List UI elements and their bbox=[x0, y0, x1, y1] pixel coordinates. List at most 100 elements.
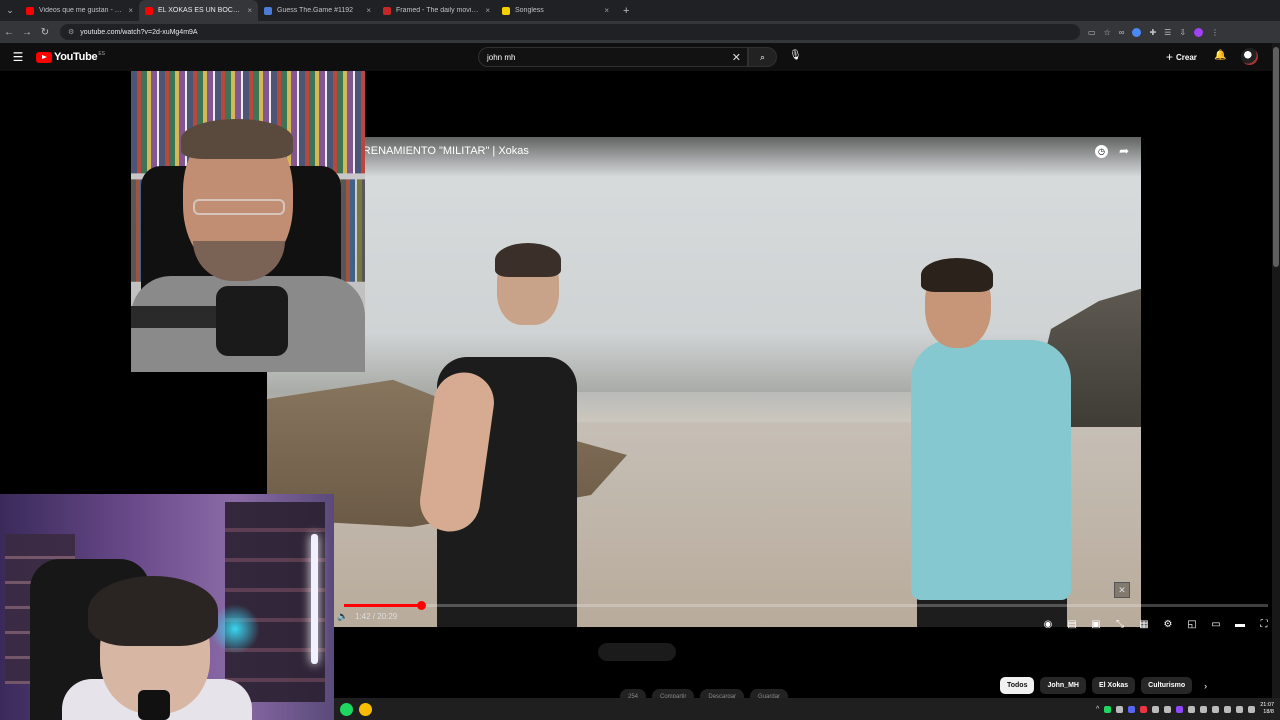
tray-headset-icon[interactable] bbox=[1116, 705, 1124, 713]
tab-3[interactable]: Framed - The daily movie guess × bbox=[377, 0, 496, 21]
search-input[interactable]: john mh ✕ bbox=[478, 47, 748, 67]
tab-title: Framed - The daily movie guess bbox=[396, 7, 482, 14]
theater-mode-icon[interactable]: ▬ bbox=[1234, 619, 1246, 630]
autoplay-toggle-icon[interactable]: ◉ bbox=[1042, 619, 1054, 630]
site-info-icon[interactable]: ⚙ bbox=[68, 28, 74, 36]
tray-app-icon[interactable] bbox=[1224, 705, 1232, 713]
taskbar-clock[interactable]: 21:07 18/8 bbox=[1260, 702, 1274, 716]
tab-close-icon[interactable]: × bbox=[485, 6, 490, 15]
video-player[interactable]: DÍA #3 - ENTRENAMIENTO "MILITAR" | Xokas… bbox=[267, 137, 1141, 627]
tray-volume-icon[interactable] bbox=[1248, 705, 1256, 713]
forward-arrow-icon[interactable]: → bbox=[18, 27, 36, 38]
new-tab-button[interactable]: + bbox=[615, 5, 637, 17]
share-arrow-icon[interactable]: ➦ bbox=[1119, 144, 1129, 158]
tray-overflow-icon[interactable]: ^ bbox=[1096, 706, 1099, 713]
avatar[interactable] bbox=[1241, 48, 1258, 65]
chrome-icon[interactable] bbox=[359, 702, 372, 716]
chip-todos[interactable]: Todos bbox=[1000, 677, 1035, 694]
video-frame-person-left bbox=[416, 243, 577, 627]
microphone-icon[interactable]: 🎙 bbox=[789, 50, 802, 61]
extension-icon[interactable]: ∞ bbox=[1119, 28, 1125, 37]
youtube-logo[interactable]: YouTube ES bbox=[36, 51, 105, 63]
tray-app-icon[interactable] bbox=[1140, 705, 1148, 713]
browser-toolbar: ← → ↻ ⚙ youtube.com/watch?v=2d-xuMg4m9A … bbox=[0, 21, 1280, 43]
tray-app-icon[interactable] bbox=[1200, 705, 1208, 713]
install-app-icon[interactable]: ▭ bbox=[1088, 28, 1096, 37]
tray-spotify-icon[interactable] bbox=[1104, 705, 1112, 713]
tray-twitch-icon[interactable] bbox=[1176, 705, 1184, 713]
windows-taskbar: ^ 21:07 18/8 bbox=[334, 698, 1280, 720]
webcam-overlay-top bbox=[131, 71, 365, 372]
cast-icon[interactable]: ▭ bbox=[1210, 619, 1222, 630]
search-icon: ⌕ bbox=[759, 51, 766, 62]
extension-blue-icon[interactable] bbox=[1132, 27, 1142, 37]
channel-watermark-icon[interactable]: ✕ bbox=[1114, 582, 1130, 598]
youtube-play-icon bbox=[36, 51, 52, 63]
tray-network-icon[interactable] bbox=[1236, 705, 1244, 713]
clear-search-icon[interactable]: ✕ bbox=[732, 51, 741, 64]
address-bar[interactable]: ⚙ youtube.com/watch?v=2d-xuMg4m9A bbox=[60, 24, 1080, 40]
youtube-logo-text: YouTube bbox=[54, 51, 98, 63]
toolbar-icons: ▭ ☆ ∞ ✚ ☰ ⇩ ⋮ bbox=[1088, 27, 1219, 37]
country-code: ES bbox=[98, 51, 105, 57]
framed-favicon-icon bbox=[383, 6, 391, 15]
watch-later-clock-icon[interactable]: ◷ bbox=[1095, 145, 1108, 158]
tray-app-icon[interactable] bbox=[1152, 705, 1160, 713]
miniplayer-icon[interactable]: ◱ bbox=[1186, 619, 1198, 630]
youtube-favicon-icon bbox=[145, 6, 153, 15]
chip-culturismo[interactable]: Culturismo bbox=[1141, 677, 1193, 694]
create-button[interactable]: + Crear bbox=[1166, 50, 1197, 64]
tab-close-icon[interactable]: × bbox=[366, 6, 371, 15]
volume-icon[interactable]: 🔈 bbox=[337, 611, 348, 622]
faded-overlay-pill bbox=[598, 643, 676, 661]
url-text: youtube.com/watch?v=2d-xuMg4m9A bbox=[80, 28, 198, 36]
extensions-puzzle-icon[interactable]: ✚ bbox=[1149, 28, 1156, 37]
downloads-icon[interactable]: ⇩ bbox=[1179, 28, 1186, 37]
spotify-icon[interactable] bbox=[340, 702, 353, 716]
time-display: 1:42 / 20:29 bbox=[355, 612, 398, 621]
tab-close-icon[interactable]: × bbox=[128, 6, 133, 15]
chevron-right-icon[interactable]: › bbox=[1204, 681, 1207, 691]
tray-app-icon[interactable] bbox=[1164, 705, 1172, 713]
tab-close-icon[interactable]: × bbox=[604, 6, 609, 15]
reload-icon[interactable]: ↻ bbox=[36, 27, 54, 38]
tray-app-icon[interactable] bbox=[1188, 705, 1196, 713]
create-label: Crear bbox=[1176, 52, 1197, 62]
tab-close-icon[interactable]: × bbox=[247, 6, 252, 15]
notifications-bell-icon[interactable]: 🔔 bbox=[1214, 50, 1226, 61]
tab-4[interactable]: Songless × bbox=[496, 0, 615, 21]
chip-john-mh[interactable]: John_MH bbox=[1040, 677, 1086, 694]
hamburger-menu-icon[interactable]: ☰ bbox=[0, 50, 36, 64]
tray-app-icon[interactable] bbox=[1212, 705, 1220, 713]
songless-favicon-icon bbox=[502, 6, 510, 15]
tab-2[interactable]: Guess The.Game #1192 × bbox=[258, 0, 377, 21]
chip-el-xokas[interactable]: El Xokas bbox=[1091, 677, 1136, 694]
settings-gear-icon[interactable]: ⚙ bbox=[1162, 619, 1174, 630]
browser-menu-icon[interactable]: ⋮ bbox=[1211, 28, 1219, 37]
miniplayer-badge-icon[interactable]: ▣ bbox=[1090, 619, 1102, 630]
captions-icon[interactable]: ▦ bbox=[1138, 619, 1150, 630]
page-scrollbar[interactable] bbox=[1272, 43, 1280, 698]
scrollbar-thumb[interactable] bbox=[1273, 47, 1279, 267]
back-arrow-icon[interactable]: ← bbox=[0, 27, 18, 38]
youtube-header: ☰ YouTube ES john mh ✕ ⌕ 🎙 + Crear 🔔 bbox=[0, 43, 1280, 71]
bookmark-star-icon[interactable]: ☆ bbox=[1104, 28, 1111, 37]
search-button[interactable]: ⌕ bbox=[748, 47, 777, 67]
tray-discord-icon[interactable] bbox=[1128, 705, 1136, 713]
progress-scrubber[interactable] bbox=[416, 601, 426, 610]
plus-icon: + bbox=[1166, 50, 1174, 64]
reading-list-icon[interactable]: ☰ bbox=[1164, 28, 1171, 37]
fullscreen-exit-icon[interactable]: ⤡ bbox=[1114, 619, 1126, 630]
screen: ⌄ Videos que me gustan - YouTube × EL XO… bbox=[0, 0, 1280, 720]
tab-0[interactable]: Videos que me gustan - YouTube × bbox=[20, 0, 139, 21]
browser-tab-strip: ⌄ Videos que me gustan - YouTube × EL XO… bbox=[0, 0, 1280, 21]
tab-search-icon[interactable]: ⌄ bbox=[0, 0, 20, 21]
progress-bar[interactable] bbox=[344, 601, 1268, 610]
profile-icon[interactable] bbox=[1194, 27, 1204, 37]
webcam-overlay-bottom: ✺ bbox=[0, 494, 334, 720]
progress-played bbox=[344, 604, 421, 607]
subtitles-icon[interactable]: ▤ bbox=[1066, 619, 1078, 630]
tab-1[interactable]: EL XOKAS ES UN BOCAS DE L × bbox=[139, 0, 258, 21]
clock-date: 18/8 bbox=[1263, 709, 1274, 715]
fullscreen-icon[interactable]: ⛶ bbox=[1258, 619, 1270, 630]
